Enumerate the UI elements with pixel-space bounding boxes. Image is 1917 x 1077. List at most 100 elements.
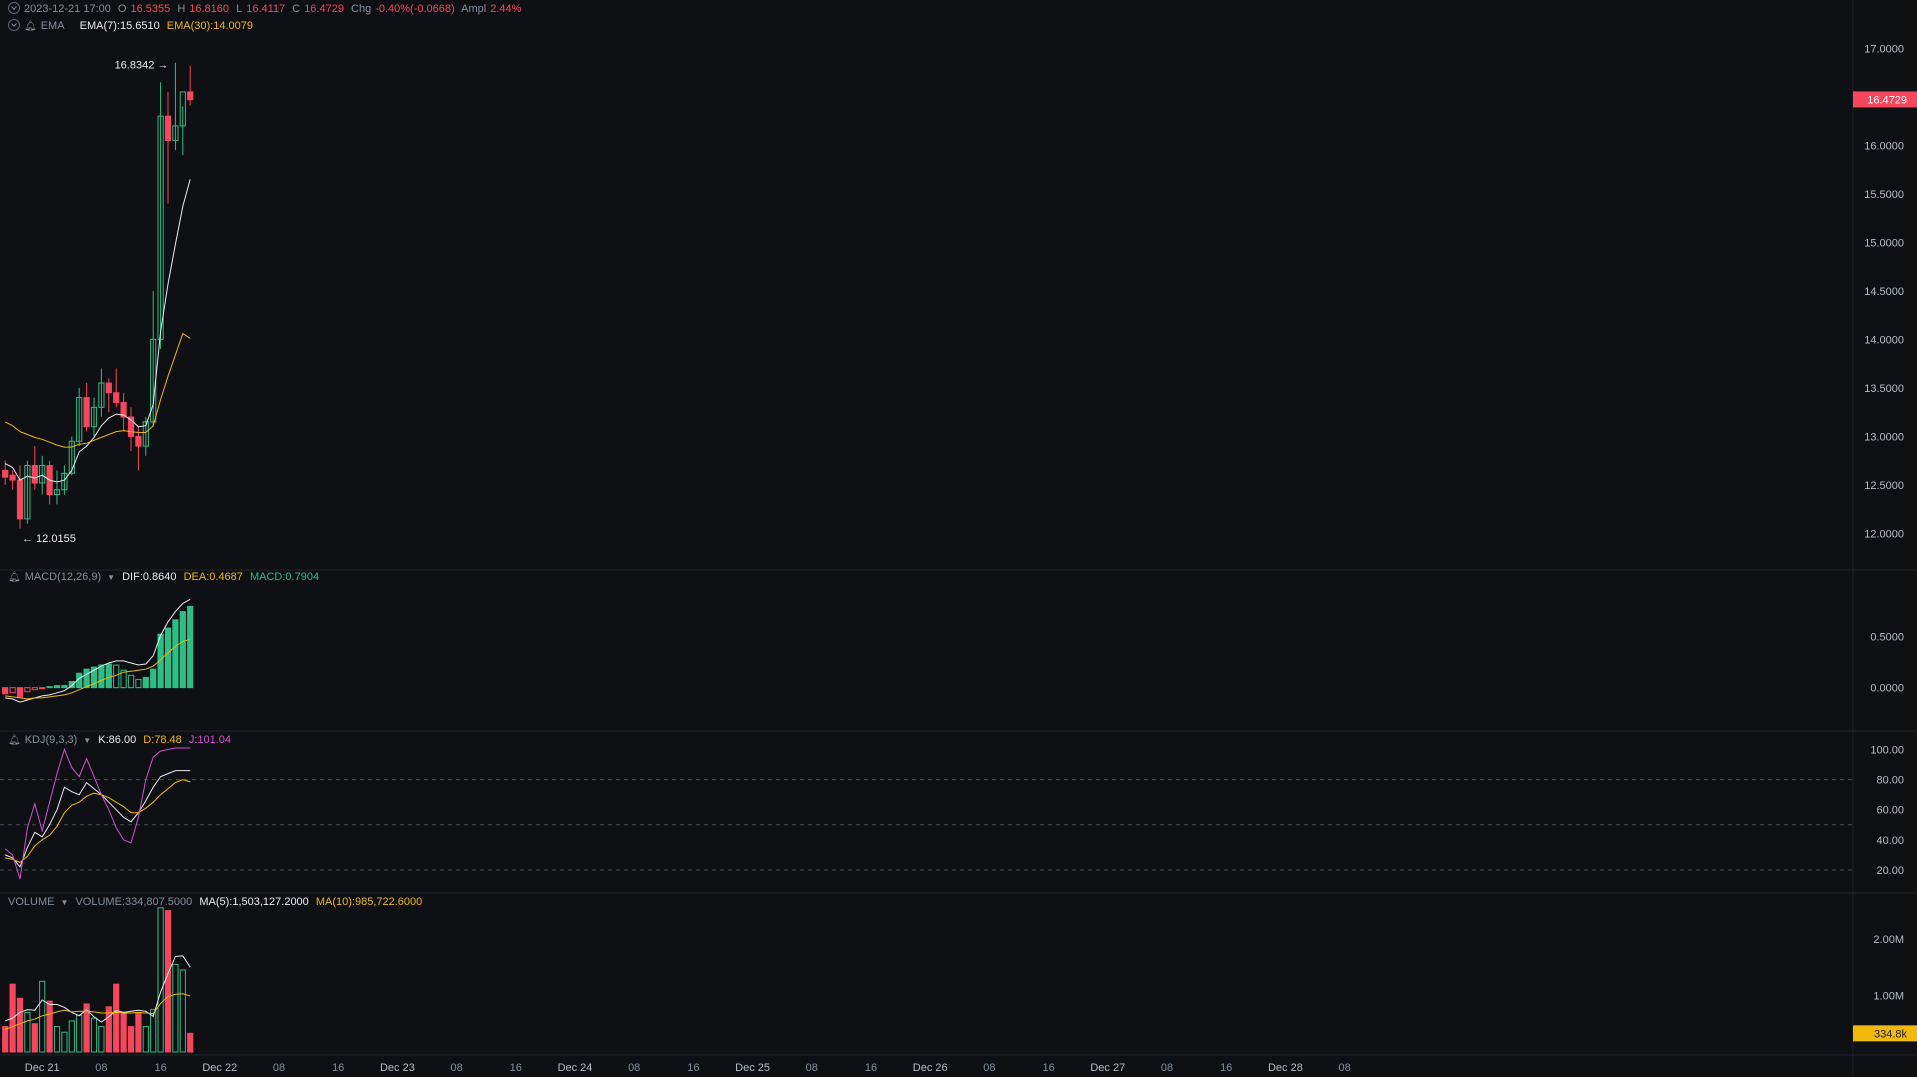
ema30-value: EMA(30):14.0079 [166, 20, 253, 32]
collapse-chevron-icon[interactable] [8, 19, 20, 31]
trading-chart[interactable]: 17.000016.500016.000015.500015.000014.50… [0, 0, 1917, 1077]
macd-histogram-bar [39, 687, 46, 690]
x-axis-tick-label: 16 [1220, 1062, 1232, 1074]
kdj-j-value: J:101.04 [188, 734, 232, 746]
x-axis-tick-label: 16 [865, 1062, 877, 1074]
candle-body [164, 115, 172, 141]
low-value: 16.4117 [246, 3, 286, 15]
x-axis-tick-label: Dec 24 [558, 1062, 593, 1074]
ema30-line [4, 332, 191, 448]
ema7-value: EMA(7):15.6510 [79, 20, 160, 32]
volume-bar [98, 1026, 105, 1053]
candle-body [187, 91, 194, 101]
y-axis-tick-label: 15.0000 [1864, 237, 1904, 249]
bell-icon[interactable]: 🔔︎ [24, 21, 37, 32]
macd-dif-value: DIF:0.8640 [122, 571, 177, 583]
close-value: 16.4729 [304, 3, 344, 15]
volume-indicator-name[interactable]: VOLUME [8, 896, 54, 908]
macd-histogram-bar [24, 687, 31, 693]
open-label: O [117, 3, 127, 15]
x-axis-tick-label: 16 [687, 1062, 699, 1074]
candle-body [105, 382, 112, 394]
volume-header: VOLUME ▼ VOLUME:334,807.5000 MA(5):1,503,… [8, 896, 426, 908]
dropdown-caret-icon[interactable]: ▼ [60, 898, 68, 907]
y-axis-tick-label: 15.5000 [1864, 189, 1904, 201]
max-price-label: 16.8342 → [115, 59, 169, 71]
volume-bar [53, 1026, 61, 1053]
amplitude-value: 2.44% [490, 3, 522, 15]
ohlc-header: 2023-12-21 17:00 O 16.5355 H 16.8160 L 16.4… [8, 2, 525, 15]
bell-icon[interactable]: 🔔︎ [8, 572, 21, 583]
y-axis-tick-label: 12.0000 [1864, 528, 1904, 540]
candle-body [31, 465, 38, 484]
macd-histogram-bar [113, 664, 120, 689]
current-price-tag-label: 16.4729 [1867, 94, 1907, 106]
volume-bar [2, 1026, 9, 1053]
macd-histogram-bar [53, 685, 61, 689]
kdj-indicator-name[interactable]: KDJ(9,3,3) [25, 734, 78, 746]
macd-histogram-bar [31, 687, 38, 691]
macd-indicator-name[interactable]: MACD(12,26,9) [25, 571, 101, 583]
dropdown-caret-icon[interactable]: ▼ [83, 736, 91, 745]
x-axis-tick-label: 08 [450, 1062, 462, 1074]
y-axis-tick-label: 100.00 [1870, 745, 1904, 757]
high-label: H [177, 3, 186, 15]
low-label: L [236, 3, 243, 15]
x-axis-tick-label: 08 [983, 1062, 995, 1074]
dropdown-caret-icon[interactable]: ▼ [107, 573, 115, 582]
y-axis-tick-label: 17.0000 [1864, 43, 1904, 55]
x-axis-tick-label: Dec 27 [1090, 1062, 1125, 1074]
volume-bar [76, 1014, 83, 1053]
y-axis-tick-label: 0.0000 [1870, 683, 1904, 695]
macd-hist-value: MACD:0.7904 [249, 571, 320, 583]
volume-value: VOLUME:334,807.5000 [75, 896, 193, 908]
volume-bar [187, 1032, 194, 1053]
y-axis-tick-label: 0.5000 [1870, 631, 1904, 643]
volume-bar [127, 1026, 135, 1053]
x-axis-tick-label: Dec 23 [380, 1062, 415, 1074]
ema-indicator-name[interactable]: EMA [41, 20, 65, 32]
volume-bar [120, 1011, 127, 1053]
volume-bar [135, 1011, 142, 1053]
macd-histogram-bar [98, 664, 105, 689]
volume-bar [179, 969, 186, 1053]
x-axis-tick-label: 16 [510, 1062, 522, 1074]
x-axis-tick-label: 16 [1042, 1062, 1054, 1074]
candle-body [2, 469, 9, 478]
kdj-j-line [4, 747, 191, 880]
kdj-d-value: D:78.48 [143, 734, 182, 746]
macd-histogram-bar [150, 668, 157, 689]
candle-body [16, 479, 24, 520]
x-axis-tick-label: 08 [95, 1062, 107, 1074]
y-axis-tick-label: 12.5000 [1864, 480, 1904, 492]
volume-bar [113, 983, 120, 1053]
x-axis-tick-label: Dec 26 [913, 1062, 948, 1074]
macd-histogram-bar [61, 685, 68, 689]
macd-histogram-bar [164, 627, 172, 689]
bell-icon[interactable]: 🔔︎ [8, 735, 21, 746]
volume-ma10-value: MA(10):985,722.6000 [315, 896, 423, 908]
macd-header: 🔔︎ MACD(12,26,9) ▼ DIF:0.8640 DEA:0.4687 M… [8, 571, 323, 583]
y-axis-tick-label: 20.00 [1876, 865, 1904, 877]
macd-histogram-bar [172, 619, 179, 689]
y-axis-tick-label: 13.5000 [1864, 383, 1904, 395]
volume-bar [142, 1026, 149, 1053]
macd-histogram-bar [2, 687, 9, 695]
candle-body [113, 392, 120, 403]
macd-histogram-bar [127, 674, 135, 689]
close-label: C [292, 3, 301, 15]
volume-bar [68, 1020, 75, 1053]
kdj-header: 🔔︎ KDJ(9,3,3) ▼ K:86.00 D:78.48 J:101.04 [8, 734, 235, 746]
x-axis-tick-label: Dec 21 [25, 1062, 60, 1074]
ema-header: 🔔︎ EMA EMA(7):15.6510 EMA(30):14.0079 [8, 19, 257, 32]
volume-bar [31, 1023, 38, 1053]
change-label: Chg [351, 3, 372, 15]
collapse-chevron-icon[interactable] [8, 2, 20, 14]
y-axis-tick-label: 1.00M [1873, 990, 1904, 1002]
volume-bar [90, 1017, 98, 1053]
volume-bar [24, 1011, 31, 1053]
min-price-label: ← 12.0155 [22, 533, 76, 545]
amplitude-label: Ampl [461, 3, 487, 15]
volume-bar [16, 997, 24, 1053]
volume-bar [105, 1006, 112, 1053]
